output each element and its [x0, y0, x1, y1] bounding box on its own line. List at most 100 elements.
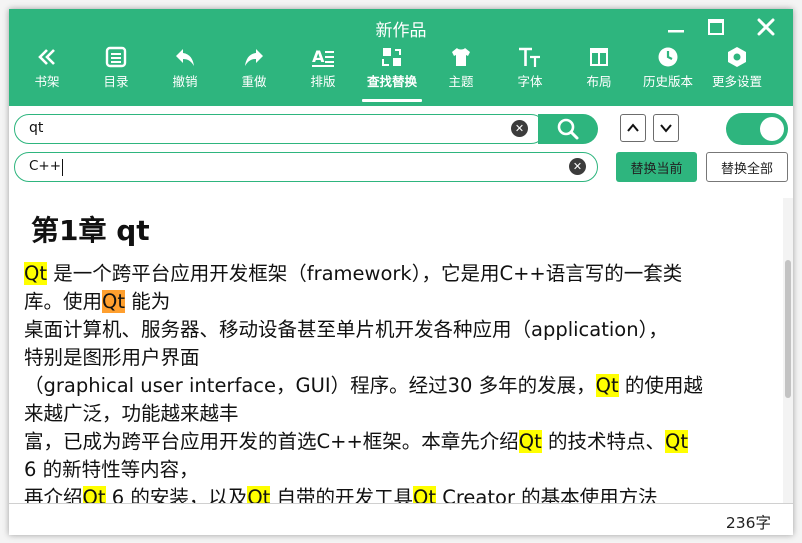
search-icon: [557, 118, 579, 140]
text-line: Qt 是一个跨平台应用开发框架（framework），它是用C++语言写的一套类: [24, 260, 776, 288]
text-line: 再介绍Qt 6 的安装，以及Qt 自带的开发工具Qt Creator 的基本使用…: [24, 484, 776, 503]
text-line: 富，已成为跨平台应用开发的首选C++框架。本章先介绍Qt 的技术特点、Qt: [24, 428, 776, 456]
list-icon: [105, 46, 127, 68]
shirt-icon: [452, 48, 470, 66]
toolbar-catalog-button[interactable]: 目录: [82, 43, 150, 103]
next-match-button[interactable]: [653, 114, 679, 142]
toolbar-label: 重做: [241, 74, 267, 89]
toolbar-label: 撤销: [172, 74, 198, 89]
find-replace-icon: [382, 48, 401, 66]
word-count: 236字: [725, 514, 771, 532]
toolbar-format-button[interactable]: A 排版: [289, 43, 357, 103]
toolbar-label: 布局: [586, 74, 612, 89]
settings-icon: [728, 47, 746, 67]
search-match-highlight: Qt: [413, 486, 437, 503]
text-line: 库。使用Qt 能为: [24, 288, 776, 316]
text-segment: 库。使用: [24, 290, 103, 313]
minimize-button[interactable]: [663, 15, 689, 39]
clock-icon: [658, 47, 678, 67]
toolbar-theme-button[interactable]: 主题: [427, 43, 495, 103]
active-tab-indicator: [362, 99, 422, 102]
search-match-highlight: Qt: [24, 262, 47, 285]
text-line: 来越广泛，功能越来越丰: [24, 400, 776, 428]
search-match-highlight: Qt: [247, 486, 271, 503]
toolbar-label: 目录: [103, 74, 129, 89]
toolbar-undo-button[interactable]: 撤销: [151, 43, 219, 103]
maximize-icon: [708, 19, 724, 35]
search-button[interactable]: [538, 114, 598, 144]
layout-icon: [590, 48, 608, 66]
search-match-highlight: Qt: [82, 486, 106, 503]
toolbar-label: 历史版本: [642, 74, 693, 89]
title-bar: 新作品 书架 目录 撤销 重做 A 排版 查找替换 主题 字体 布局 历史版本 …: [9, 9, 793, 106]
close-icon: [757, 18, 775, 36]
text-segment: 特别是图形用户界面: [24, 346, 200, 369]
chevron-down-icon: [660, 124, 672, 133]
text-cursor: [62, 159, 63, 176]
toolbar-redo-button[interactable]: 重做: [220, 43, 288, 103]
search-match-highlight: Qt: [665, 430, 688, 453]
toolbar-label: 更多设置: [711, 74, 762, 89]
previous-match-button[interactable]: [620, 114, 646, 142]
text-segment: 能为: [125, 290, 171, 313]
toolbar-layout-button[interactable]: 布局: [565, 43, 633, 103]
toolbar-font-button[interactable]: 字体: [496, 43, 564, 103]
toolbar-label: 主题: [448, 74, 474, 89]
close-button[interactable]: [753, 15, 779, 39]
document-body[interactable]: Qt 是一个跨平台应用开发框架（framework），它是用C++语言写的一套类…: [24, 260, 776, 503]
status-bar: 236字: [9, 503, 793, 535]
toolbar-label: 排版: [310, 74, 336, 89]
text-segment: 来越广泛，功能越来越丰: [24, 402, 239, 425]
main-toolbar: 书架 目录 撤销 重做 A 排版 查找替换 主题 字体 布局 历史版本 更多设置: [9, 43, 793, 103]
font-icon: [519, 47, 540, 67]
text-line: 特别是图形用户界面: [24, 344, 776, 372]
toggle-knob: [760, 117, 784, 141]
text-segment: 是一个跨平台应用开发框架（framework），它是用C++语言写的一套类: [47, 262, 683, 285]
toolbar-bookshelf-button[interactable]: 书架: [13, 43, 81, 103]
text-segment: Creator 的基本使用方法: [436, 486, 658, 503]
chapter-title: 第1章 qt: [31, 214, 150, 247]
text-segment: 6 的新特性等内容，: [24, 458, 199, 481]
text-line: 桌面计算机、服务器、移动设备甚至单片机开发各种应用（application），: [24, 316, 776, 344]
redo-icon: [245, 49, 263, 66]
replace-current-button[interactable]: 替换当前: [616, 152, 697, 182]
text-line: （graphical user interface，GUI）程序。经过30 多年…: [24, 372, 776, 400]
find-input[interactable]: qt ✕: [14, 114, 546, 144]
search-option-toggle[interactable]: [726, 113, 788, 145]
editor-content[interactable]: 第1章 qt Qt 是一个跨平台应用开发框架（framework），它是用C++…: [9, 198, 783, 503]
clear-replace-icon[interactable]: ✕: [569, 158, 586, 175]
vertical-scrollbar[interactable]: [783, 198, 793, 503]
maximize-button[interactable]: [703, 15, 729, 39]
toolbar-history-button[interactable]: 历史版本: [634, 43, 702, 103]
find-input-value: qt: [29, 120, 44, 136]
text-segment: 自带的开发工具: [270, 486, 414, 503]
current-match-highlight: Qt: [102, 290, 126, 313]
text-segment: 的使用越: [618, 374, 703, 397]
format-icon: A: [312, 47, 334, 67]
search-match-highlight: Qt: [518, 430, 542, 453]
toolbar-label: 书架: [34, 74, 60, 89]
toolbar-label: 查找替换: [366, 74, 417, 89]
replace-input[interactable]: C++ ✕: [14, 152, 598, 182]
text-segment: 桌面计算机、服务器、移动设备甚至单片机开发各种应用（application），: [24, 318, 668, 341]
svg-text:A: A: [312, 47, 325, 66]
app-window: 新作品 书架 目录 撤销 重做 A 排版 查找替换 主题 字体 布局 历史版本 …: [9, 9, 793, 535]
undo-icon: [176, 49, 194, 66]
replace-input-value: C++: [29, 158, 62, 174]
scrollbar-thumb[interactable]: [785, 260, 791, 398]
text-segment: 6 的安装，以及: [105, 486, 248, 503]
minimize-icon: [668, 30, 684, 33]
clear-find-icon[interactable]: ✕: [511, 120, 528, 137]
toolbar-find-replace-button[interactable]: 查找替换: [358, 43, 426, 103]
text-segment: 的技术特点、: [541, 430, 665, 453]
replace-all-button[interactable]: 替换全部: [706, 152, 788, 182]
toolbar-more-settings-button[interactable]: 更多设置: [703, 43, 771, 103]
toolbar-label: 字体: [517, 74, 543, 89]
text-segment: 再介绍: [24, 486, 83, 503]
search-match-highlight: Qt: [595, 374, 619, 397]
text-segment: （graphical user interface，GUI）程序。经过30 多年…: [24, 374, 596, 397]
double-chevron-left-icon: [38, 49, 55, 65]
text-segment: 富，已成为跨平台应用开发的首选C++框架。本章先介绍: [24, 430, 519, 453]
text-line: 6 的新特性等内容，: [24, 456, 776, 484]
chevron-up-icon: [627, 123, 639, 132]
